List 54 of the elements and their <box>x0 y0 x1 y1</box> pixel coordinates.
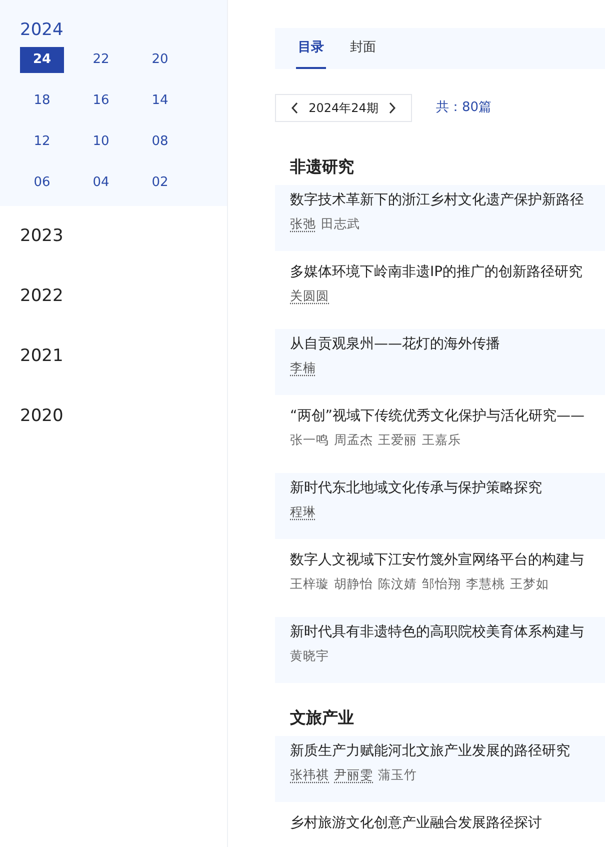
author-name: 胡静怡 <box>334 575 373 593</box>
issue-link[interactable]: 18 <box>20 88 64 114</box>
chevron-right-icon[interactable] <box>388 102 396 114</box>
author-name: 张一鸣 <box>290 431 329 449</box>
article-title[interactable]: 乡村旅游文化创意产业融合发展路径探讨 <box>290 813 542 833</box>
issue-selector[interactable]: 2024年24期 <box>275 94 412 122</box>
year-link[interactable]: 2023 <box>20 224 64 250</box>
author-name: 蒲玉竹 <box>378 766 417 784</box>
author-link[interactable]: 关圆圆 <box>290 287 329 305</box>
issue-link[interactable]: 06 <box>20 170 64 196</box>
article-title[interactable]: 数字技术革新下的浙江乡村文化遗产保护新路径 <box>290 190 584 210</box>
section-heading: 非遗研究 <box>289 156 355 178</box>
author-name: 周孟杰 <box>334 431 373 449</box>
chevron-left-icon[interactable] <box>290 102 299 114</box>
author-name: 王爱丽 <box>378 431 417 449</box>
author-link[interactable]: 尹丽雯 <box>334 766 373 784</box>
issue-link[interactable]: 04 <box>79 170 123 196</box>
article-count: 共：80篇 <box>436 99 492 118</box>
author-name: 王梓璇 <box>290 575 329 593</box>
section-heading: 文旅产业 <box>289 707 355 729</box>
issue-link[interactable]: 08 <box>138 129 182 155</box>
article-title[interactable]: 新时代具有非遗特色的高职院校美育体系构建与 <box>290 622 584 642</box>
author-link[interactable]: 张弛 <box>290 215 316 233</box>
author-name: 王嘉乐 <box>422 431 461 449</box>
article-title[interactable]: 数字人文视域下江安竹篾外宣网络平台的构建与 <box>290 550 584 570</box>
author-name: 邹怡翔 <box>422 575 461 593</box>
author-name: 田志武 <box>321 215 360 233</box>
year-link[interactable]: 2024 <box>20 18 227 42</box>
author-name: 陈汶婧 <box>378 575 417 593</box>
issue-link[interactable]: 10 <box>79 129 123 155</box>
article-title[interactable]: 新质生产力赋能河北文旅产业发展的路径研究 <box>290 741 570 761</box>
issue-link[interactable]: 24 <box>20 47 64 73</box>
tab[interactable]: 目录 <box>296 28 326 69</box>
author-name: 李慧桃 <box>466 575 505 593</box>
issue-link[interactable]: 22 <box>79 47 123 73</box>
year-link[interactable]: 2020 <box>20 404 64 430</box>
year-link[interactable]: 2022 <box>20 284 64 310</box>
issue-label: 2024年24期 <box>308 100 378 117</box>
author-link[interactable]: 张祎祺 <box>290 766 329 784</box>
author-name: 黄晓宇 <box>290 647 329 665</box>
issue-link[interactable]: 02 <box>138 170 182 196</box>
article-title[interactable]: “两创”视域下传统优秀文化保护与活化研究—— <box>290 406 585 426</box>
author-name: 王梦如 <box>510 575 549 593</box>
article-title[interactable]: 新时代东北地域文化传承与保护策略探究 <box>290 478 542 498</box>
author-link[interactable]: 程琳 <box>290 503 316 521</box>
tab[interactable]: 封面 <box>348 28 378 69</box>
issue-link[interactable]: 12 <box>20 129 64 155</box>
article-title[interactable]: 从自贡观泉州——花灯的海外传播 <box>290 334 500 354</box>
author-link[interactable]: 李楠 <box>290 359 316 377</box>
issue-link[interactable]: 16 <box>79 88 123 114</box>
issue-link[interactable]: 20 <box>138 47 182 73</box>
year-link[interactable]: 2021 <box>20 344 64 370</box>
article-title[interactable]: 多媒体环境下岭南非遗IP的推广的创新路径研究 <box>290 262 583 282</box>
issue-link[interactable]: 14 <box>138 88 182 114</box>
